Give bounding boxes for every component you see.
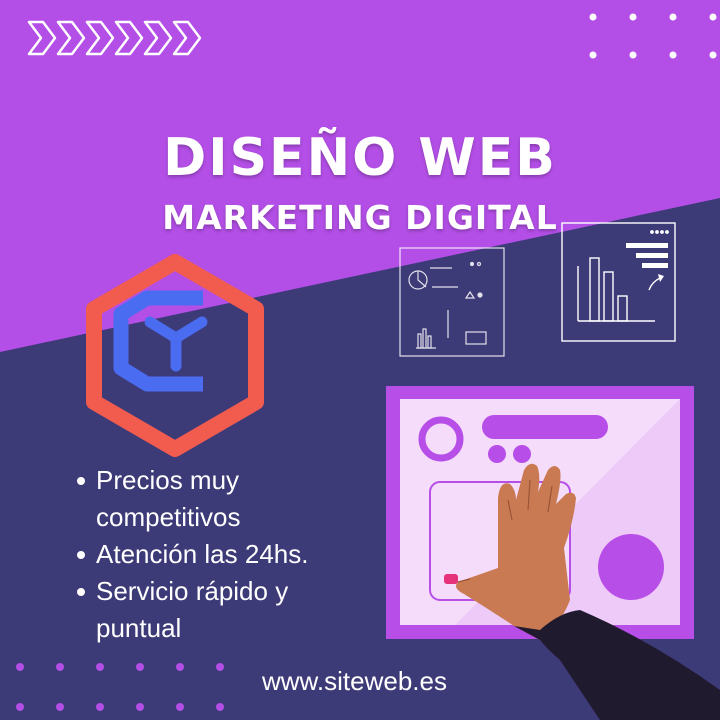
- chart-card-small: [399, 247, 505, 357]
- promo-banner: DISEÑO WEB MARKETING DIGITAL Precios muy…: [0, 0, 720, 720]
- hexagon-cube-logo: [86, 254, 264, 457]
- chart-card-large: [561, 222, 676, 342]
- feature-list: Precios muy competitivos Atención las 24…: [74, 462, 364, 647]
- feature-item: Precios muy competitivos: [74, 462, 364, 536]
- subheadline: MARKETING DIGITAL: [162, 198, 558, 237]
- website-link[interactable]: www.siteweb.es: [262, 666, 447, 697]
- dot-row-bottom: [16, 663, 224, 711]
- feature-item: Servicio rápido y puntual: [74, 573, 364, 647]
- dot-grid-top: [589, 13, 717, 59]
- chevrons-icon: [27, 20, 202, 56]
- feature-item: Atención las 24hs.: [74, 536, 364, 573]
- headline: DISEÑO WEB: [163, 128, 557, 188]
